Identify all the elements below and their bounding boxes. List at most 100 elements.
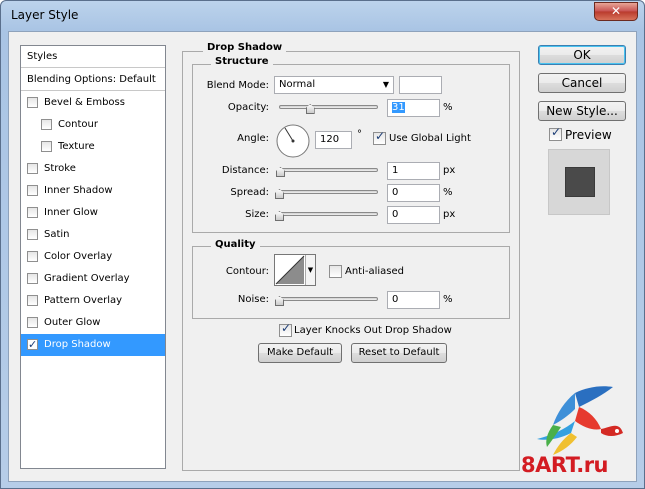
style-item-color-overlay[interactable]: Color Overlay	[21, 246, 165, 268]
style-item-gradient-overlay[interactable]: Gradient Overlay	[21, 268, 165, 290]
quality-title: Quality	[211, 239, 260, 250]
preview-checkbox[interactable]	[549, 125, 562, 141]
spread-input[interactable]: 0	[387, 184, 440, 202]
layer-style-dialog: Layer Style ✕ Styles Blending Options: D…	[0, 0, 645, 489]
style-item-stroke[interactable]: Stroke	[21, 158, 165, 180]
opacity-label: Opacity:	[227, 102, 269, 113]
size-unit: px	[443, 209, 456, 220]
chevron-down-icon[interactable]: ▼	[305, 255, 315, 285]
style-item-label: Inner Shadow	[44, 185, 113, 196]
size-label: Size:	[245, 209, 269, 220]
structure-title: Structure	[211, 56, 273, 67]
distance-slider-track[interactable]	[279, 168, 378, 172]
opacity-value: 31	[392, 102, 405, 113]
style-item-checkbox[interactable]	[27, 229, 38, 240]
style-item-label: Outer Glow	[44, 317, 101, 328]
noise-unit: %	[443, 294, 453, 305]
close-button[interactable]: ✕	[594, 2, 638, 21]
spread-slider-track[interactable]	[279, 190, 378, 194]
distance-input[interactable]: 1	[387, 162, 440, 180]
style-item-checkbox[interactable]	[27, 185, 38, 196]
style-item-texture[interactable]: Texture	[21, 136, 165, 158]
preview-thumbnail	[548, 149, 610, 215]
opacity-slider-track[interactable]	[279, 105, 378, 109]
shadow-color-swatch[interactable]	[399, 76, 442, 94]
style-item-checkbox[interactable]	[27, 295, 38, 306]
blending-options-item[interactable]: Blending Options: Default	[21, 69, 165, 91]
use-global-light-label: Use Global Light	[389, 133, 471, 144]
distance-label: Distance:	[221, 165, 269, 176]
angle-label: Angle:	[237, 133, 269, 144]
style-item-checkbox[interactable]	[27, 334, 38, 356]
blend-mode-value: Normal	[279, 79, 316, 90]
use-global-light-checkbox[interactable]	[373, 129, 386, 145]
contour-curve-icon	[275, 255, 305, 285]
contour-picker[interactable]: ▼	[274, 254, 316, 286]
spread-unit: %	[443, 187, 453, 198]
parrot-logo-icon	[537, 386, 623, 455]
style-item-checkbox[interactable]	[27, 317, 38, 328]
style-item-inner-shadow[interactable]: Inner Shadow	[21, 180, 165, 202]
style-item-label: Inner Glow	[44, 207, 98, 218]
noise-input[interactable]: 0	[387, 291, 440, 309]
angle-unit: °	[357, 129, 362, 140]
style-item-contour[interactable]: Contour	[21, 114, 165, 136]
layer-knocks-out-label: Layer Knocks Out Drop Shadow	[294, 325, 452, 336]
watermark-text: 8ART.ru	[521, 453, 609, 477]
style-item-label: Stroke	[44, 163, 76, 174]
style-item-checkbox[interactable]	[27, 251, 38, 262]
angle-input[interactable]: 120	[315, 131, 352, 149]
drop-shadow-title: Drop Shadow	[203, 42, 287, 53]
style-item-label: Contour	[58, 119, 98, 130]
distance-unit: px	[443, 165, 456, 176]
close-icon: ✕	[610, 4, 622, 18]
size-slider-track[interactable]	[279, 212, 378, 216]
contour-label: Contour:	[225, 266, 269, 277]
style-item-checkbox[interactable]	[27, 273, 38, 284]
quality-group	[192, 246, 510, 319]
style-item-label: Pattern Overlay	[44, 295, 123, 306]
noise-label: Noise:	[237, 294, 269, 305]
preview-label: Preview	[565, 128, 612, 142]
title-bar: Layer Style ✕	[1, 1, 644, 31]
angle-dial[interactable]	[275, 123, 311, 159]
window-title: Layer Style	[11, 8, 79, 22]
style-item-inner-glow[interactable]: Inner Glow	[21, 202, 165, 224]
style-item-checkbox[interactable]	[27, 97, 38, 108]
ok-button[interactable]: OK	[538, 45, 626, 65]
anti-aliased-label: Anti-aliased	[345, 266, 405, 277]
reset-to-default-button[interactable]: Reset to Default	[351, 343, 447, 363]
spread-label: Spread:	[230, 187, 269, 198]
style-item-checkbox[interactable]	[27, 207, 38, 218]
opacity-input[interactable]: 31	[387, 99, 440, 117]
anti-aliased-checkbox[interactable]	[329, 265, 342, 278]
blend-mode-label: Blend Mode:	[206, 80, 269, 91]
style-item-satin[interactable]: Satin	[21, 224, 165, 246]
style-item-label: Bevel & Emboss	[44, 97, 125, 108]
style-item-checkbox[interactable]	[41, 141, 52, 152]
noise-slider-track[interactable]	[279, 297, 378, 301]
style-item-label: Texture	[58, 141, 95, 152]
style-item-label: Gradient Overlay	[44, 273, 130, 284]
preview-square	[565, 167, 595, 197]
size-input[interactable]: 0	[387, 206, 440, 224]
style-item-drop-shadow[interactable]: Drop Shadow	[21, 334, 165, 356]
style-item-bevel-emboss[interactable]: Bevel & Emboss	[21, 92, 165, 114]
layer-knocks-out-checkbox[interactable]	[279, 321, 292, 337]
style-item-checkbox[interactable]	[41, 119, 52, 130]
new-style-button[interactable]: New Style...	[538, 101, 626, 121]
blend-mode-select[interactable]: Normal ▼	[274, 76, 394, 94]
cancel-button[interactable]: Cancel	[538, 73, 626, 93]
style-item-label: Satin	[44, 229, 70, 240]
style-item-label: Color Overlay	[44, 251, 113, 262]
styles-list: Styles Blending Options: Default Bevel &…	[20, 45, 166, 469]
opacity-unit: %	[443, 102, 453, 113]
style-item-pattern-overlay[interactable]: Pattern Overlay	[21, 290, 165, 312]
styles-header[interactable]: Styles	[21, 46, 165, 68]
style-item-label: Drop Shadow	[44, 339, 111, 350]
style-item-checkbox[interactable]	[27, 163, 38, 174]
watermark: 8ART.ru	[517, 381, 639, 489]
style-item-outer-glow[interactable]: Outer Glow	[21, 312, 165, 334]
make-default-button[interactable]: Make Default	[258, 343, 342, 363]
chevron-down-icon: ▼	[382, 80, 389, 89]
